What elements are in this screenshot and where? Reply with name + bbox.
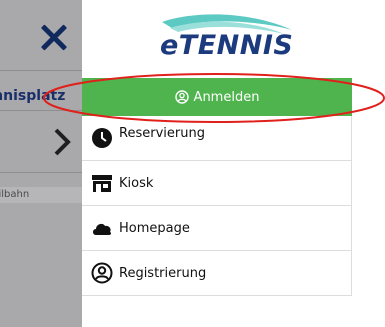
logo-text: eTENNIS bbox=[160, 30, 294, 61]
kiosk-icon bbox=[91, 172, 113, 194]
login-button[interactable]: Anmelden bbox=[82, 78, 352, 116]
login-label: Anmelden bbox=[193, 89, 260, 105]
etennis-logo: eTENNIS bbox=[142, 6, 302, 68]
cloud-icon bbox=[91, 217, 113, 239]
menu-item-label: Kiosk bbox=[119, 175, 154, 191]
background-subtitle: Seilbahn bbox=[0, 187, 82, 203]
divider bbox=[0, 110, 82, 111]
clock-icon bbox=[91, 127, 113, 149]
menu-item-reservierung[interactable]: Reservierung bbox=[82, 116, 352, 161]
user-circle-icon bbox=[174, 90, 189, 104]
drawer-menu: Reservierung Kiosk Homepage Registrierun… bbox=[82, 116, 352, 296]
menu-item-kiosk[interactable]: Kiosk bbox=[82, 161, 352, 206]
menu-item-registrierung[interactable]: Registrierung bbox=[82, 251, 352, 296]
background-title: Tennisplatz bbox=[0, 88, 66, 104]
menu-item-label: Reservierung bbox=[119, 125, 205, 141]
divider bbox=[0, 70, 82, 71]
user-circle-icon bbox=[91, 262, 113, 284]
divider bbox=[0, 172, 82, 173]
side-drawer: eTENNIS Anmelden Reservierung Kiosk Home… bbox=[82, 0, 385, 327]
menu-item-label: Homepage bbox=[119, 220, 190, 236]
close-icon[interactable] bbox=[36, 20, 72, 56]
background-page: Tennisplatz Seilbahn bbox=[0, 0, 82, 327]
menu-item-homepage[interactable]: Homepage bbox=[82, 206, 352, 251]
menu-item-label: Registrierung bbox=[119, 265, 207, 281]
chevron-right-icon[interactable] bbox=[52, 127, 72, 157]
